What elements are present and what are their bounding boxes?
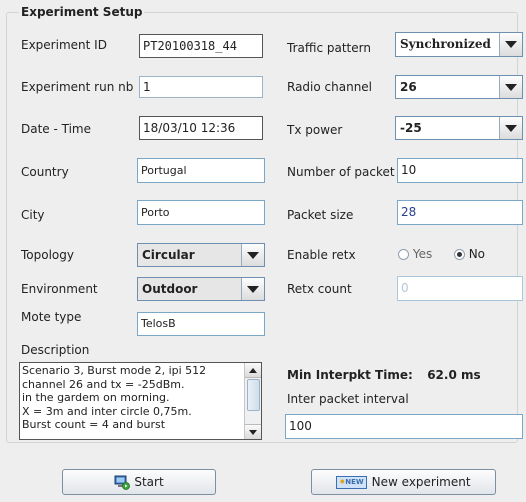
chevron-down-icon — [500, 33, 522, 56]
scroll-up-icon[interactable] — [245, 363, 261, 378]
retx-count-field[interactable]: 0 — [397, 276, 523, 301]
radio-no[interactable] — [453, 249, 465, 260]
country-field[interactable]: Portugal — [137, 158, 265, 183]
start-icon — [114, 474, 131, 490]
tx-power-value: -25 — [396, 117, 500, 139]
topology-label: Topology — [21, 248, 74, 262]
mote-type-label: Mote type — [21, 310, 82, 324]
country-label: Country — [21, 165, 69, 179]
description-scrollbar[interactable] — [244, 363, 261, 439]
environment-label: Environment — [21, 282, 98, 296]
topology-value: Circular — [138, 244, 242, 266]
tx-power-select[interactable]: -25 — [395, 116, 523, 140]
min-interpkt-display: Min Interpkt Time: 62.0 ms — [287, 368, 481, 382]
radio-channel-select[interactable]: 26 — [395, 75, 523, 99]
experiment-id-field[interactable]: PT20100318_44 — [139, 34, 263, 58]
new-badge-text: NEW — [345, 477, 364, 486]
chevron-down-icon — [242, 278, 264, 300]
run-nb-label: Experiment run nb — [21, 80, 134, 94]
environment-select[interactable]: Outdoor — [137, 277, 265, 301]
radio-channel-label: Radio channel — [287, 80, 373, 94]
description-text: Scenario 3, Burst mode 2, ipi 512 channe… — [22, 364, 207, 431]
chevron-down-icon — [500, 117, 522, 139]
num-packets-label: Number of packet — [287, 165, 395, 179]
description-label: Description — [21, 343, 90, 357]
chevron-down-icon — [500, 76, 522, 98]
panel-title: Experiment Setup — [21, 5, 143, 19]
retx-no-label: No — [468, 247, 486, 261]
city-field[interactable]: Porto — [137, 200, 265, 225]
date-time-field[interactable]: 18/03/10 12:36 — [139, 116, 263, 140]
chevron-down-icon — [242, 244, 264, 266]
inter-packet-field[interactable]: 100 — [285, 414, 523, 439]
city-label: City — [21, 208, 45, 222]
start-button[interactable]: Start — [62, 469, 216, 495]
packet-size-field[interactable]: 28 — [397, 200, 523, 225]
date-time-label: Date - Time — [21, 122, 92, 136]
traffic-pattern-value: Synchronized — [396, 33, 500, 56]
run-nb-field[interactable]: 1 — [139, 76, 263, 98]
description-textarea[interactable]: Scenario 3, Burst mode 2, ipi 512 channe… — [19, 362, 262, 440]
scroll-down-icon[interactable] — [245, 424, 261, 439]
traffic-pattern-label: Traffic pattern — [287, 41, 371, 55]
scroll-thumb[interactable] — [247, 379, 260, 411]
mote-type-field[interactable]: TelosB — [137, 312, 265, 336]
enable-retx-label: Enable retx — [287, 248, 356, 262]
radio-channel-value: 26 — [396, 76, 500, 98]
inter-packet-label: Inter packet interval — [287, 392, 409, 406]
min-interpkt-value: 62.0 ms — [427, 368, 481, 382]
radio-yes[interactable] — [398, 249, 409, 260]
experiment-id-label: Experiment ID — [21, 38, 107, 52]
retx-count-label: Retx count — [287, 282, 352, 296]
tx-power-label: Tx power — [287, 123, 343, 137]
new-experiment-button[interactable]: ✸NEW New experiment — [311, 469, 496, 495]
retx-yes-label: Yes — [412, 247, 433, 261]
packet-size-label: Packet size — [287, 208, 354, 222]
enable-retx-group: Yes No — [398, 247, 485, 261]
min-interpkt-label: Min Interpkt Time: — [287, 368, 413, 382]
new-badge-icon: ✸NEW — [336, 475, 367, 489]
num-packets-field[interactable]: 10 — [397, 158, 523, 183]
retx-no-option[interactable]: No — [453, 247, 486, 261]
topology-select[interactable]: Circular — [137, 243, 265, 267]
start-label: Start — [134, 475, 164, 489]
traffic-pattern-select[interactable]: Synchronized — [395, 32, 523, 57]
new-experiment-label: New experiment — [371, 475, 471, 489]
environment-value: Outdoor — [138, 278, 242, 300]
retx-yes-option[interactable]: Yes — [398, 247, 432, 261]
